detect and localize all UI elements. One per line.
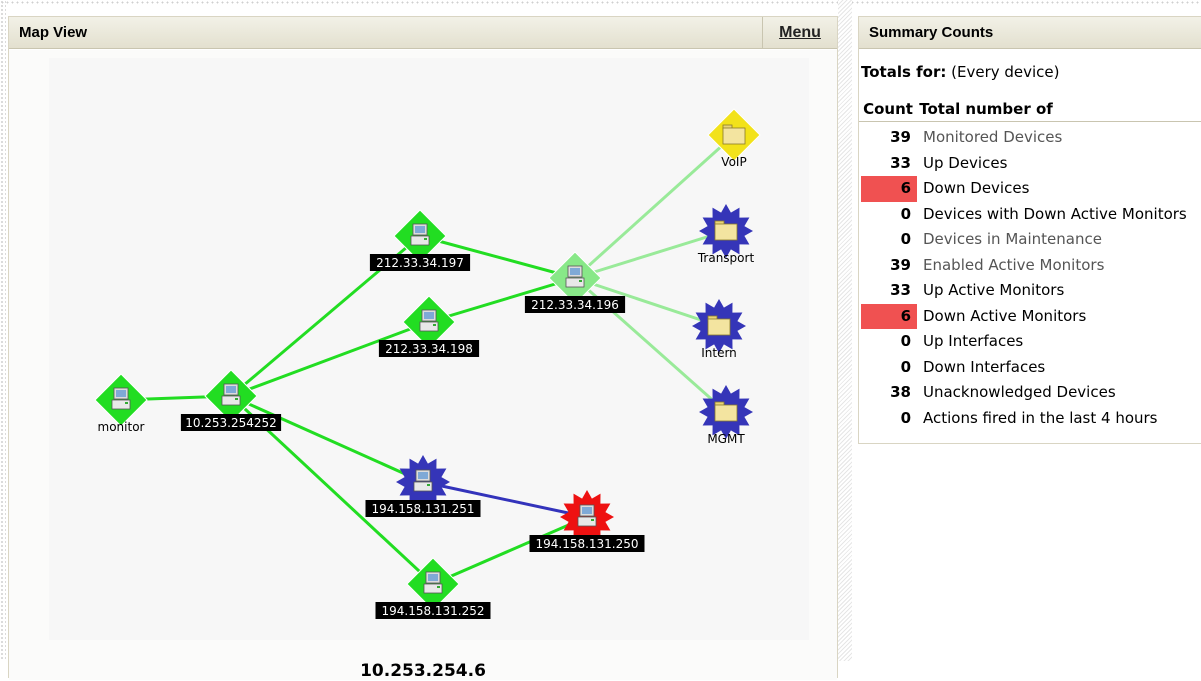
node-label: 194.158.131.250: [535, 537, 638, 551]
map-link: [230, 320, 430, 398]
summary-label[interactable]: Devices in Maintenance: [923, 227, 1102, 253]
summary-label[interactable]: Down Interfaces: [923, 355, 1045, 381]
map-node-monitor[interactable]: monitor: [94, 373, 148, 434]
computer-icon: [577, 504, 597, 527]
map-view-header: Map View Menu: [9, 17, 837, 49]
summary-count: 0: [900, 408, 911, 427]
map-node-intern[interactable]: Intern: [692, 299, 746, 360]
summary-row[interactable]: 0 Devices with Down Active Monitors: [859, 202, 1201, 228]
summary-row[interactable]: 39 Monitored Devices: [859, 125, 1201, 151]
summary-label[interactable]: Up Interfaces: [923, 329, 1023, 355]
totals-value: (Every device): [951, 63, 1060, 81]
node-label: 212.33.34.197: [376, 256, 464, 270]
folder-icon: [722, 124, 746, 145]
computer-icon: [410, 223, 430, 246]
computer-icon: [413, 469, 433, 492]
map-node-voip[interactable]: VoIP: [707, 108, 761, 169]
map-node-n198[interactable]: 212.33.34.198: [378, 295, 480, 357]
summary-label[interactable]: Monitored Devices: [923, 125, 1062, 151]
summary-row[interactable]: 39 Enabled Active Monitors: [859, 253, 1201, 279]
map-view-title: Map View: [19, 24, 88, 41]
summary-count: 33: [890, 281, 911, 299]
totals-line: Totals for: (Every device): [861, 63, 1060, 81]
map-node-n197[interactable]: 212.33.34.197: [369, 209, 471, 271]
summary-label[interactable]: Actions fired in the last 4 hours: [923, 406, 1158, 432]
node-label: 212.33.34.196: [531, 298, 619, 312]
totals-label: Totals for:: [861, 63, 947, 81]
summary-count: 0: [900, 332, 911, 350]
summary-row[interactable]: 0 Up Interfaces: [859, 329, 1201, 355]
summary-header: Summary Counts: [859, 17, 1201, 49]
summary-label[interactable]: Down Devices: [923, 176, 1029, 202]
folder-icon: [714, 401, 738, 422]
summary-label[interactable]: Up Devices: [923, 151, 1007, 177]
page-border-top: [0, 0, 1201, 4]
summary-count: 39: [890, 255, 911, 274]
summary-row[interactable]: 33 Up Active Monitors: [859, 278, 1201, 304]
summary-row[interactable]: 0 Down Interfaces: [859, 355, 1201, 381]
computer-icon: [565, 265, 585, 288]
map-node-transport[interactable]: Transport: [697, 204, 755, 265]
summary-count: 38: [890, 383, 911, 401]
summary-count: 6: [861, 176, 917, 202]
summary-row[interactable]: 0 Actions fired in the last 4 hours: [859, 406, 1201, 432]
summary-row[interactable]: 6 Down Active Monitors: [859, 303, 1201, 330]
page-border-left: [0, 0, 6, 661]
node-label: 212.33.34.198: [385, 342, 473, 356]
node-label: Intern: [701, 346, 737, 360]
summary-label[interactable]: Unacknowledged Devices: [923, 380, 1116, 406]
map-canvas[interactable]: monitor 10.253.254252 212.33.34.197 212.33.…: [9, 50, 837, 681]
network-map[interactable]: monitor 10.253.254252 212.33.34.197 212.33.…: [9, 50, 837, 650]
summary-label[interactable]: Down Active Monitors: [923, 304, 1086, 330]
summary-label[interactable]: Up Active Monitors: [923, 278, 1064, 304]
summary-row[interactable]: 6 Down Devices: [859, 176, 1201, 202]
summary-list: 39 Monitored Devices 33 Up Devices 6 Down Dev…: [859, 125, 1201, 431]
summary-count: 39: [890, 128, 911, 146]
summary-column-headers: Count Total number of: [862, 100, 1053, 118]
node-label: Transport: [697, 251, 755, 265]
map-node-n252[interactable]: 10.253.254252: [180, 369, 282, 431]
node-label: 10.253.254252: [185, 416, 277, 430]
node-label: MGMT: [707, 432, 745, 446]
node-label: 194.158.131.251: [371, 502, 474, 516]
node-label: 194.158.131.252: [381, 604, 484, 618]
summary-count: 0: [900, 357, 911, 376]
node-label: VoIP: [721, 155, 746, 169]
node-label: monitor: [98, 420, 145, 434]
summary-label[interactable]: Enabled Active Monitors: [923, 253, 1104, 279]
folder-icon: [714, 220, 738, 241]
computer-icon: [111, 387, 131, 410]
menu-link[interactable]: Menu: [762, 17, 837, 48]
count-column-header: Count: [863, 100, 913, 118]
summary-count: 0: [900, 230, 911, 248]
summary-label[interactable]: Devices with Down Active Monitors: [923, 202, 1187, 228]
total-column-header: Total number of: [919, 100, 1053, 118]
folder-icon: [707, 315, 731, 336]
summary-count: 0: [900, 204, 911, 223]
map-link: [230, 394, 424, 484]
computer-icon: [419, 309, 439, 332]
summary-count: 6: [861, 303, 917, 329]
map-node-n196[interactable]: 212.33.34.196: [524, 251, 626, 313]
map-node-n250[interactable]: 194.158.131.250: [529, 490, 645, 552]
summary-count: 33: [890, 153, 911, 172]
summary-row[interactable]: 0 Devices in Maintenance: [859, 227, 1201, 253]
summary-row[interactable]: 33 Up Devices: [859, 151, 1201, 177]
panel-splitter[interactable]: [838, 0, 852, 661]
map-caption: 10.253.254.6: [360, 661, 486, 681]
header-divider: [859, 121, 1201, 122]
summary-counts-panel: Summary Counts Totals for: (Every device…: [858, 16, 1201, 444]
map-view-panel: Map View Menu monitor 10.253.254252 212.33…: [8, 16, 838, 681]
summary-row[interactable]: 38 Unacknowledged Devices: [859, 380, 1201, 406]
computer-icon: [423, 571, 443, 594]
computer-icon: [221, 383, 241, 406]
summary-title: Summary Counts: [869, 24, 994, 41]
